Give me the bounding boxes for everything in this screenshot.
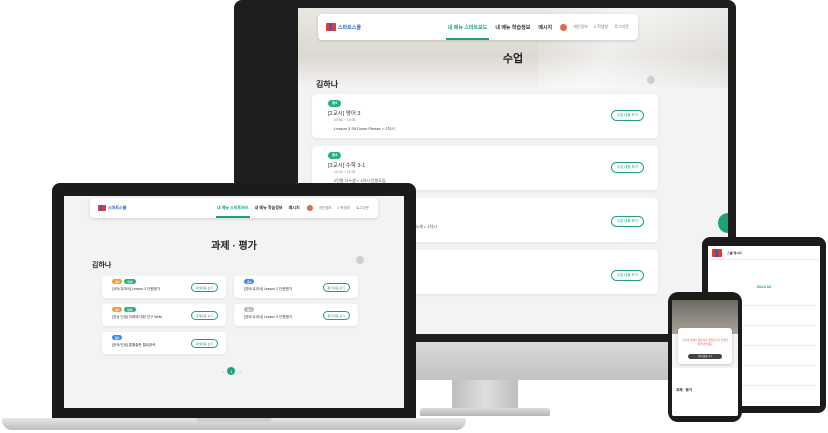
student-name: 김하나: [316, 80, 339, 89]
alert-message: 오늘의 과제가 제출되지 않았습니다 선생님께 알려주세요: [682, 339, 728, 346]
prev-page-button[interactable]: ‹: [222, 369, 223, 374]
assignment-card: 중4 [영어/교과서] Lesson 3 단원평가 평가내용 보기: [234, 304, 358, 326]
nav-record[interactable]: 2 학생부: [591, 24, 611, 30]
class-time: 10:40 ~ 11:25: [334, 170, 356, 174]
logo-icon: [712, 248, 722, 257]
view-evaluation-button[interactable]: 평가내용 보기: [322, 311, 350, 320]
grade-badge: 중4: [244, 307, 255, 312]
grade-badge: 중4: [112, 335, 123, 340]
nav-smartboard[interactable]: 내 메뉴 스마트보드: [214, 198, 252, 218]
next-page-button[interactable]: ›: [239, 369, 240, 374]
subject-badge: 영어: [124, 307, 136, 312]
laptop-screen: 스마트스쿨 내 메뉴 스마트보드 내 메뉴 학습정보 메시지 개인정보 2 학생…: [64, 196, 404, 408]
alert-confirm-label: 확인했습니다: [698, 355, 712, 358]
alert-confirm-button[interactable]: 확인했습니다: [688, 354, 722, 359]
assignment-card: 중4 [영어/교과서] Lesson 2 단원평가 평가내용 보기: [234, 276, 358, 298]
grade-badge: 중4: [112, 307, 123, 312]
grade-badge: 중4: [328, 152, 342, 159]
phone-section-title: 과제 · 평가: [676, 388, 692, 392]
assignment-title: [한국/인생] 통틀출판 월트완커: [112, 343, 156, 347]
class-desc: Lesson 3 Sit Down Please > 2차시: [334, 126, 395, 131]
laptop-navbar: 스마트스쿨 내 메뉴 스마트보드 내 메뉴 학습정보 메시지 개인정보 2 학생…: [90, 198, 378, 218]
floating-action-button[interactable]: [718, 213, 728, 233]
grade-badge: 중4: [328, 100, 342, 107]
more-icon[interactable]: [356, 256, 364, 264]
view-assignment-button[interactable]: 과제내용 보기: [190, 283, 218, 292]
pagination: ‹ 1 ›: [222, 367, 241, 375]
logo-icon: [326, 23, 336, 31]
view-class-button[interactable]: 수업 내용 보기: [610, 270, 644, 281]
laptop-notch: [196, 418, 272, 422]
school-logo[interactable]: 스마트스쿨: [98, 205, 126, 211]
device-mockup-stage: 스마트스쿨 내 메뉴 스마트보드 내 메뉴 학습정보 메시지 개인정보 2 학생…: [0, 0, 828, 433]
view-evaluation-button[interactable]: 평가내용 보기: [322, 283, 350, 292]
view-assignment-button[interactable]: 과제내용 보기: [190, 311, 218, 320]
assignment-title: [국어/교과서] Lesson 3 단원평가: [112, 287, 161, 291]
student-name: 김하나: [92, 262, 112, 269]
nav-logout[interactable]: 로그아웃: [353, 206, 372, 211]
monitor-base: [420, 408, 550, 416]
nav-record[interactable]: 2 학생부: [335, 206, 354, 211]
subject-badge: 국어: [124, 279, 136, 284]
page-title: 과제 · 평가: [211, 241, 257, 252]
notification-icon[interactable]: [560, 23, 568, 31]
logo-text: 스마트스쿨: [338, 24, 362, 31]
logo-icon: [98, 205, 106, 211]
page-number-current[interactable]: 1: [227, 367, 236, 375]
class-time: 09:50 ~ 10:35: [334, 118, 356, 122]
page-title: 수업: [502, 53, 524, 65]
phone-alert-modal: 오늘의 과제가 제출되지 않았습니다 선생님께 알려주세요 확인했습니다: [678, 328, 732, 364]
view-class-button[interactable]: 수업 내용 보기: [610, 162, 644, 173]
class-card: 중4 [2교시] 영어 3 09:50 ~ 10:35 Lesson 3 Sit…: [312, 94, 658, 138]
assignment-card: 중4 [한국/인생] 통틀출판 월트완커 과제내용 보기: [102, 332, 226, 354]
nav-messages[interactable]: 메시지: [534, 14, 556, 40]
nav-smartboard[interactable]: 내 메뉴 스마트보드: [444, 14, 492, 40]
assignment-card: 중4 영어 [영상 인생] 미래에 대한 친구 Write 과제내용 보기: [102, 304, 226, 326]
grade-badge: 중4: [112, 279, 123, 284]
view-assignment-button[interactable]: 과제내용 보기: [190, 339, 218, 348]
monitor-navbar: 스마트스쿨 내 메뉴 스마트보드 내 메뉴 학습정보 메시지 개인정보 2 학생…: [318, 14, 638, 40]
tablet-header: 스쿨 메시지: [708, 246, 820, 260]
nav-learning-info[interactable]: 내 메뉴 학습정보: [491, 14, 534, 40]
tablet-header-title: 스쿨 메시지: [727, 250, 742, 255]
phone-content: 과제 · 평가: [672, 368, 738, 416]
nav-profile[interactable]: 개인정보: [316, 206, 335, 211]
nav-messages[interactable]: 메시지: [286, 198, 303, 218]
assignment-title: [영어/교과서] Lesson 3 단원평가: [244, 315, 293, 319]
nav-profile[interactable]: 개인정보: [570, 24, 591, 30]
more-icon[interactable]: [647, 76, 655, 84]
assignment-title: [영어/교과서] Lesson 2 단원평가: [244, 287, 293, 291]
phone-screen: 오늘의 과제가 제출되지 않았습니다 선생님께 알려주세요 확인했습니다 과제 …: [672, 300, 738, 416]
monitor-stand: [452, 380, 518, 410]
view-class-button[interactable]: 수업 내용 보기: [610, 110, 644, 121]
nav-logout[interactable]: 로그아웃: [611, 24, 632, 30]
assignment-title: [영상 인생] 미래에 대한 친구 Write: [112, 315, 163, 319]
school-logo[interactable]: 스마트스쿨: [326, 23, 361, 31]
logo-text: 스마트스쿨: [108, 205, 127, 210]
tablet-date[interactable]: 2024-02: [708, 284, 820, 289]
assignment-card: 중4 국어 [국어/교과서] Lesson 3 단원평가 과제내용 보기: [102, 276, 226, 298]
class-subject: [3교시] 수학 3-1: [328, 163, 366, 169]
nav-learning-info[interactable]: 내 메뉴 학습정보: [252, 198, 286, 218]
notification-icon[interactable]: [306, 205, 313, 211]
grade-badge: 중4: [244, 279, 255, 284]
view-class-button[interactable]: 수업 내용 보기: [610, 216, 644, 227]
class-subject: [2교시] 영어 3: [328, 111, 361, 117]
